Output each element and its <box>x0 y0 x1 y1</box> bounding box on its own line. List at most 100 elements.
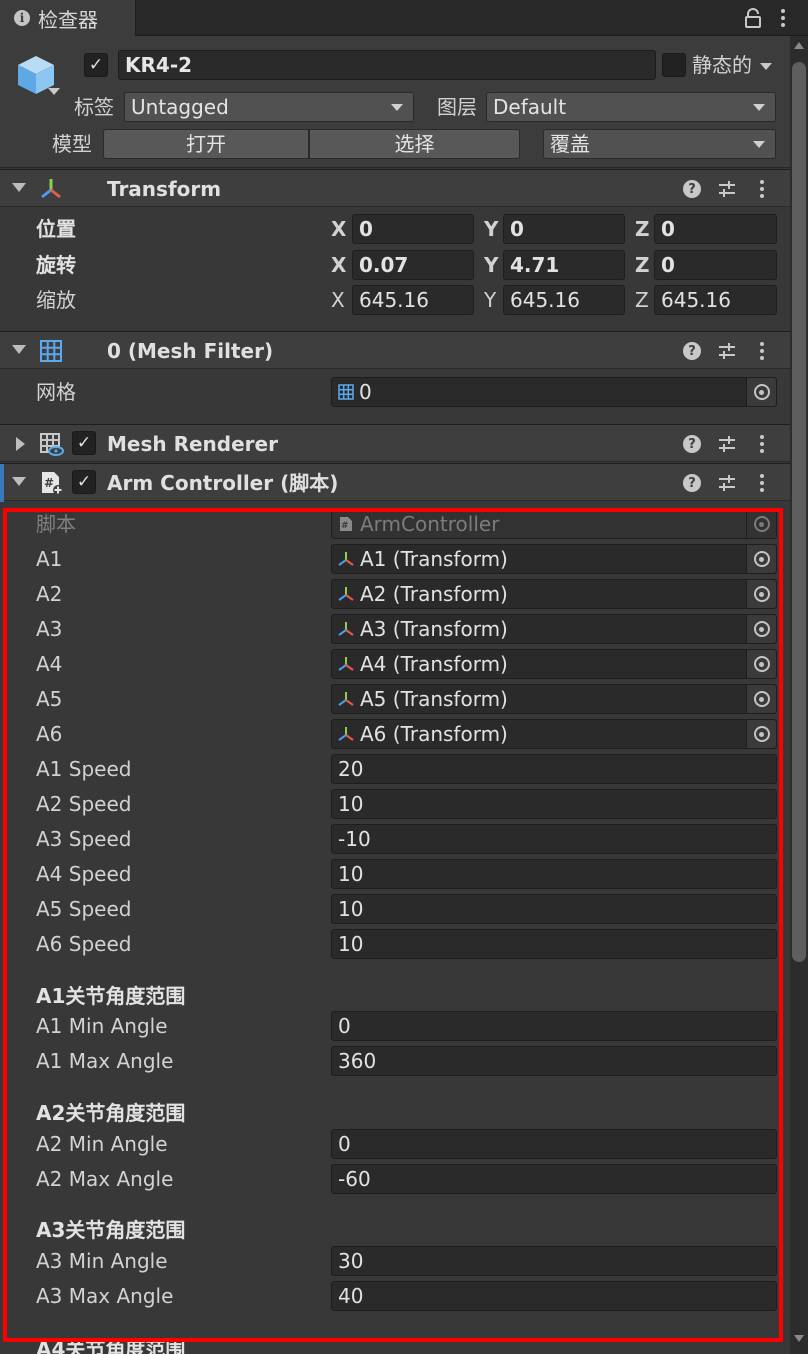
help-icon[interactable]: ? <box>683 342 701 360</box>
position-y-field[interactable]: 0 <box>503 214 625 244</box>
a1-speed-field[interactable]: 20 <box>331 754 777 784</box>
object-picker-button[interactable] <box>746 580 776 608</box>
tag-dropdown[interactable]: Untagged <box>124 92 414 122</box>
fold-down-icon[interactable] <box>12 477 26 486</box>
scale-y-field[interactable]: 645.16 <box>503 285 625 315</box>
fold-down-icon[interactable] <box>12 183 26 192</box>
preset-sliders-icon[interactable] <box>717 434 737 454</box>
a3-max-angle-label: A3 Max Angle <box>36 1284 174 1308</box>
a6-speed-field[interactable]: 10 <box>331 929 777 959</box>
script-label: 脚本 <box>36 512 76 536</box>
position-x-axis[interactable]: X <box>331 214 346 244</box>
rotation-z-field[interactable]: 0 <box>654 250 777 280</box>
mesh-renderer-component-header[interactable]: ✓ Mesh Renderer ? <box>0 424 790 462</box>
object-picker-button[interactable] <box>746 378 776 406</box>
a3-range-header: A3关节角度范围 <box>36 1218 186 1242</box>
preset-sliders-icon[interactable] <box>717 473 737 493</box>
preset-sliders-icon[interactable] <box>717 341 737 361</box>
kebab-menu-icon[interactable] <box>756 472 768 494</box>
a3-transform-field[interactable]: A3 (Transform) <box>331 614 777 644</box>
a5-speed-label: A5 Speed <box>36 897 132 921</box>
rotation-y-field[interactable]: 4.71 <box>503 250 625 280</box>
a3-min-angle-label: A3 Min Angle <box>36 1249 168 1273</box>
arm-controller-component-header[interactable]: # ✓ Arm Controller (脚本) ? <box>0 463 790 502</box>
rotation-x-field[interactable]: 0.07 <box>352 250 474 280</box>
static-dropdown-icon[interactable] <box>760 63 772 70</box>
scale-z-axis[interactable]: Z <box>635 285 649 315</box>
position-z-axis[interactable]: Z <box>635 214 650 244</box>
a2-min-angle-field[interactable]: 0 <box>331 1129 777 1159</box>
more-options-icon[interactable] <box>776 6 790 30</box>
rotation-y-axis[interactable]: Y <box>484 250 498 280</box>
object-picker-button[interactable] <box>746 650 776 678</box>
position-label: 位置 <box>36 217 76 241</box>
svg-text:#: # <box>44 476 54 490</box>
inspector-tab[interactable]: i 检查器 <box>0 0 136 36</box>
a2-max-angle-field[interactable]: -60 <box>331 1164 777 1194</box>
override-dropdown[interactable]: 覆盖 <box>543 129 776 159</box>
active-checkbox[interactable]: ✓ <box>84 53 108 77</box>
fold-down-icon[interactable] <box>12 345 26 354</box>
scale-x-field[interactable]: 645.16 <box>352 285 474 315</box>
a2-speed-field[interactable]: 10 <box>331 789 777 819</box>
preset-sliders-icon[interactable] <box>717 179 737 199</box>
a6-transform-field[interactable]: A6 (Transform) <box>331 719 777 749</box>
scale-x-axis[interactable]: X <box>331 285 345 315</box>
object-picker-button[interactable] <box>746 720 776 748</box>
rotation-x-axis[interactable]: X <box>331 250 346 280</box>
mesh-label: 网格 <box>36 380 76 404</box>
script-icon: # <box>42 472 63 495</box>
a1-transform-field[interactable]: A1 (Transform) <box>331 544 777 574</box>
object-picker-button[interactable] <box>746 615 776 643</box>
lock-icon[interactable] <box>744 8 762 28</box>
a1-max-angle-label: A1 Max Angle <box>36 1049 174 1073</box>
mesh-grid-icon <box>338 384 354 400</box>
vertical-scrollbar[interactable] <box>790 36 808 1354</box>
scale-z-field[interactable]: 645.16 <box>654 285 777 315</box>
position-z-field[interactable]: 0 <box>654 214 777 244</box>
help-icon[interactable]: ? <box>683 435 701 453</box>
a4-speed-field[interactable]: 10 <box>331 859 777 889</box>
mesh-object-field[interactable]: 0 <box>331 377 777 407</box>
a2-transform-value: A2 (Transform) <box>360 582 508 606</box>
scroll-thumb[interactable] <box>792 62 806 962</box>
position-x-field[interactable]: 0 <box>352 214 474 244</box>
transform-component-header[interactable]: Transform ? <box>0 169 790 207</box>
position-y-axis[interactable]: Y <box>484 214 498 244</box>
object-picker-button[interactable] <box>746 685 776 713</box>
scale-y-axis[interactable]: Y <box>484 285 496 315</box>
rotation-z-axis[interactable]: Z <box>635 250 650 280</box>
scroll-down-icon[interactable] <box>794 1335 804 1342</box>
transform-title: Transform <box>107 177 222 201</box>
a5-speed-field[interactable]: 10 <box>331 894 777 924</box>
a3-max-angle-field[interactable]: 40 <box>331 1281 777 1311</box>
chevron-down-icon <box>753 141 765 148</box>
select-button[interactable]: 选择 <box>309 129 520 159</box>
a5-transform-field[interactable]: A5 (Transform) <box>331 684 777 714</box>
script-file-icon: # <box>340 517 352 531</box>
mesh-filter-component-header[interactable]: 0 (Mesh Filter) ? <box>0 331 790 369</box>
icon-dropdown-icon[interactable] <box>48 88 60 95</box>
a2-max-angle-label: A2 Max Angle <box>36 1167 174 1191</box>
static-checkbox[interactable] <box>662 53 686 77</box>
a1-max-angle-field[interactable]: 360 <box>331 1046 777 1076</box>
kebab-menu-icon[interactable] <box>756 433 768 455</box>
a2-transform-field[interactable]: A2 (Transform) <box>331 579 777 609</box>
scroll-up-icon[interactable] <box>794 42 804 49</box>
layer-dropdown[interactable]: Default <box>486 92 776 122</box>
fold-right-icon[interactable] <box>16 437 25 451</box>
object-picker-button[interactable] <box>746 545 776 573</box>
kebab-menu-icon[interactable] <box>756 340 768 362</box>
gameobject-name-field[interactable]: KR4-2 <box>118 50 656 80</box>
help-icon[interactable]: ? <box>683 474 701 492</box>
kebab-menu-icon[interactable] <box>756 178 768 200</box>
a1-min-angle-field[interactable]: 0 <box>331 1011 777 1041</box>
arm-controller-enabled-checkbox[interactable]: ✓ <box>72 470 96 494</box>
a3-min-angle-field[interactable]: 30 <box>331 1246 777 1276</box>
a3-speed-field[interactable]: -10 <box>331 824 777 854</box>
open-button[interactable]: 打开 <box>103 129 309 159</box>
help-icon[interactable]: ? <box>683 180 701 198</box>
a4-transform-field[interactable]: A4 (Transform) <box>331 649 777 679</box>
tab-title: 检查器 <box>38 7 98 32</box>
mesh-renderer-enabled-checkbox[interactable]: ✓ <box>72 431 96 455</box>
